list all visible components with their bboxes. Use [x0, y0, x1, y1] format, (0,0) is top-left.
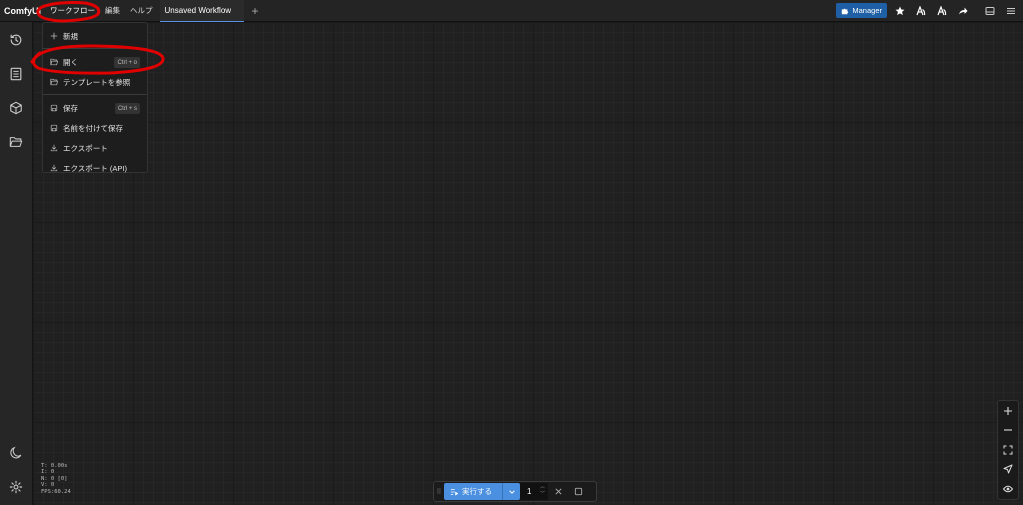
- share-arrow-icon: [958, 7, 967, 14]
- plus-icon: [1004, 406, 1012, 415]
- menu-item-open[interactable]: 開く Ctrl + o: [43, 52, 147, 72]
- batch-count-input[interactable]: 1 ︿ ﹀: [520, 483, 548, 500]
- queue-run-bar: ⠿ 実行する 1 ︿ ﹀: [433, 481, 597, 502]
- batch-count-value: 1: [527, 487, 532, 496]
- cancel-run-button[interactable]: [548, 487, 568, 496]
- drag-handle-icon[interactable]: ⠿: [434, 488, 444, 496]
- comfyui-app: ComfyUI ワークフロー 編集 ヘルプ Unsaved Workflow +…: [0, 0, 1023, 505]
- cube-icon: [10, 101, 22, 115]
- share-button[interactable]: [954, 3, 971, 18]
- menu-item-label: エクスポート (API): [63, 163, 127, 173]
- document-list-icon: [10, 67, 22, 81]
- app-logo: ComfyUI: [4, 5, 42, 16]
- run-mode-dropdown[interactable]: [502, 483, 520, 500]
- run-button[interactable]: 実行する: [444, 483, 520, 500]
- topbar-actions: Manager: [836, 3, 1019, 18]
- add-tab-button[interactable]: +: [244, 4, 267, 18]
- download-icon: [50, 164, 58, 172]
- star-icon: [895, 6, 904, 15]
- menu-item-browse-templates[interactable]: テンプレートを参照: [43, 72, 147, 92]
- stat-fps: FPS:60.24: [41, 488, 71, 495]
- stepper-arrows-icon[interactable]: ︿ ﹀: [540, 484, 545, 498]
- sidebar-queue-button[interactable]: [8, 66, 24, 82]
- left-sidebar: [0, 22, 33, 505]
- save-icon: [50, 104, 58, 112]
- sidebar-workflows-button[interactable]: [8, 134, 24, 150]
- plus-icon: [50, 32, 58, 40]
- menu-item-label: 開く: [63, 57, 78, 67]
- square-icon: [574, 487, 582, 496]
- minus-icon: [1004, 429, 1012, 431]
- top-menu-bar: ComfyUI ワークフロー 編集 ヘルプ Unsaved Workflow +…: [0, 0, 1023, 22]
- run-button-label: 実行する: [462, 487, 492, 496]
- menu-item-save[interactable]: 保存 Ctrl + s: [43, 98, 147, 118]
- toggle-panel-button[interactable]: [981, 3, 998, 18]
- hamburger-menu-button[interactable]: [1002, 3, 1019, 18]
- tab-title: Unsaved Workflow: [164, 5, 232, 15]
- sidebar-history-button[interactable]: [8, 32, 24, 48]
- tab-unsaved-workflow[interactable]: Unsaved Workflow: [159, 0, 244, 22]
- chevron-down-icon: [508, 489, 515, 494]
- shortcut-badge: Ctrl + o: [114, 57, 140, 68]
- eye-icon: [1003, 485, 1013, 492]
- menu-help[interactable]: ヘルプ: [125, 5, 158, 16]
- share-b-icon: [936, 5, 946, 15]
- fit-view-button[interactable]: [998, 440, 1018, 460]
- gear-icon: [9, 480, 23, 494]
- hamburger-icon: [1006, 7, 1015, 14]
- shortcut-badge: Ctrl + s: [114, 103, 140, 114]
- play-list-icon: [450, 488, 458, 496]
- folder-open-icon: [50, 58, 58, 66]
- canvas-zoom-controls: [997, 400, 1019, 500]
- canvas-stats: T: 0.00s I: 0 N: 0 [0] V: 0 FPS:60.24: [41, 463, 71, 495]
- menu-item-export[interactable]: エクスポート: [43, 138, 147, 158]
- panel-icon: [985, 6, 994, 15]
- history-icon: [10, 34, 22, 46]
- zoom-out-button[interactable]: [998, 421, 1018, 441]
- select-mode-button[interactable]: [998, 460, 1018, 480]
- menu-workflow[interactable]: ワークフロー: [45, 5, 100, 16]
- menu-item-label: エクスポート: [63, 143, 108, 153]
- send-arrow-icon: [1003, 464, 1013, 474]
- zoom-in-button[interactable]: [998, 401, 1018, 421]
- moon-icon: [10, 446, 22, 459]
- menu-edit[interactable]: 編集: [100, 5, 125, 16]
- settings-button[interactable]: [8, 479, 24, 495]
- menu-item-label: 名前を付けて保存: [63, 123, 123, 133]
- menu-item-new[interactable]: 新規: [43, 26, 147, 46]
- fullscreen-icon: [1003, 445, 1013, 455]
- folder-open-icon: [50, 78, 58, 86]
- share-b-button[interactable]: [933, 3, 950, 18]
- menu-item-label: 新規: [63, 31, 78, 41]
- theme-toggle-button[interactable]: [8, 445, 24, 461]
- folder-icon: [9, 137, 23, 147]
- stop-button[interactable]: [568, 487, 588, 496]
- manager-label: Manager: [852, 6, 882, 15]
- star-button[interactable]: [891, 3, 908, 18]
- manager-button[interactable]: Manager: [836, 3, 887, 18]
- save-icon: [50, 124, 58, 132]
- workflow-dropdown-menu: 新規 開く Ctrl + o テンプレートを参照 保存 Ctrl + s 名前を…: [42, 22, 148, 173]
- menu-item-save-as[interactable]: 名前を付けて保存: [43, 118, 147, 138]
- download-icon: [50, 144, 58, 152]
- share-a-icon: [915, 5, 925, 15]
- menu-item-export-api[interactable]: エクスポート (API): [43, 158, 147, 178]
- menu-item-label: テンプレートを参照: [63, 77, 131, 87]
- toggle-links-button[interactable]: [998, 479, 1018, 499]
- menu-item-label: 保存: [63, 103, 78, 113]
- graph-canvas[interactable]: [33, 22, 1023, 505]
- close-icon: [554, 488, 562, 495]
- sidebar-models-button[interactable]: [8, 100, 24, 116]
- menu-divider: [43, 48, 147, 49]
- puzzle-icon: [842, 8, 849, 14]
- share-a-button[interactable]: [912, 3, 929, 18]
- menu-divider: [43, 94, 147, 95]
